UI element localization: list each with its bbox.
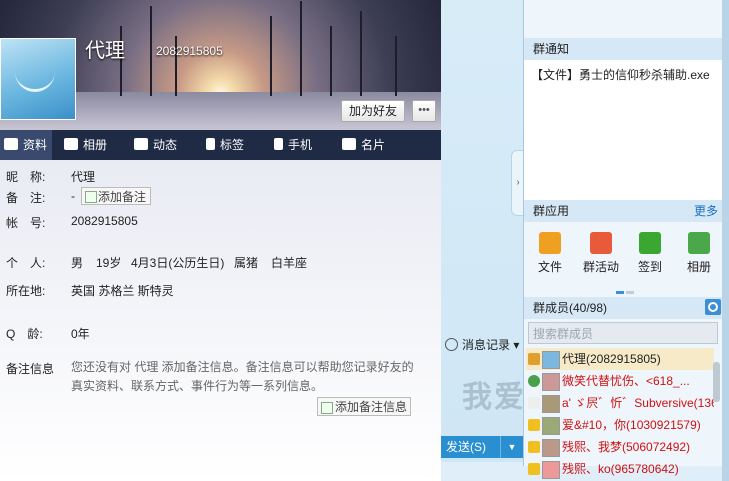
age-value: 19岁 xyxy=(96,256,122,270)
tab-album[interactable]: 相册 xyxy=(64,130,107,160)
note-value: - xyxy=(71,189,75,203)
tab-phone[interactable]: 手机 xyxy=(274,130,312,160)
member-avatar xyxy=(542,417,560,435)
send-label: 发送(S) xyxy=(446,440,486,454)
phone-icon xyxy=(274,138,283,150)
picture-icon xyxy=(688,232,710,254)
member-avatar xyxy=(542,351,560,369)
search-icon[interactable] xyxy=(705,299,721,315)
member-item[interactable]: 代理(2082915805) xyxy=(526,348,714,370)
app-events[interactable]: 群活动 xyxy=(578,232,624,275)
profile-card: 代理 2082915805 加为好友 ••• 资料 相册 动态 标签 手机 名片… xyxy=(0,0,441,481)
star-icon xyxy=(528,463,540,475)
id-card-icon xyxy=(4,138,18,150)
star-icon xyxy=(528,441,540,453)
personal-label: 个 人: xyxy=(6,256,46,270)
member-list-scrollbar[interactable] xyxy=(713,362,720,402)
member-avatar xyxy=(542,373,560,391)
checkbox-icon xyxy=(639,232,661,254)
apps-page-indicator xyxy=(616,283,636,294)
photo-icon xyxy=(64,138,78,150)
account-value: 2082915805 xyxy=(71,214,138,228)
member-item[interactable]: 爱&#10，你(1030921579) xyxy=(526,414,714,436)
send-options-dropdown[interactable]: ▼ xyxy=(500,436,523,458)
feed-icon xyxy=(134,138,148,150)
star-sign-value: 白羊座 xyxy=(271,256,308,270)
note-label: 备 注: xyxy=(6,191,46,205)
tab-info[interactable]: 资料 xyxy=(0,130,52,160)
profile-info-area xyxy=(0,160,441,481)
gender-value: 男 xyxy=(71,256,84,270)
card-icon xyxy=(342,138,356,150)
more-apps-link[interactable]: 更多 xyxy=(694,200,718,222)
clock-icon xyxy=(445,338,458,351)
star-icon xyxy=(528,419,540,431)
flag-icon xyxy=(590,232,612,254)
group-notice-body: 【文件】勇士的信仰秒杀辅助.exe xyxy=(524,60,722,200)
birthday-value: 4月3日(公历生日) xyxy=(131,256,225,270)
member-avatar xyxy=(542,439,560,457)
window-edge xyxy=(722,0,729,481)
group-members-header: 群成员(40/98) xyxy=(524,297,722,319)
app-files[interactable]: 文件 xyxy=(530,232,570,275)
member-item[interactable]: 微笑代替忧伤、<618_... xyxy=(526,370,714,392)
message-history-button[interactable]: 消息记录 ▾ xyxy=(445,336,519,353)
tab-feed[interactable]: 动态 xyxy=(134,130,177,160)
tab-tags[interactable]: 标签 xyxy=(206,130,244,160)
location-value: 英国 苏格兰 斯特灵 xyxy=(71,284,174,298)
member-search-input[interactable]: 搜索群成员 xyxy=(528,322,718,344)
member-item[interactable]: 残熙、ko(965780642) xyxy=(526,458,714,480)
group-apps: 文件 群活动 签到 相册 xyxy=(524,222,722,292)
member-list: 代理(2082915805) 微笑代替忧伤、<618_... a' ゞ屄゛忻゛S… xyxy=(526,348,714,480)
note-info-label: 备注信息 xyxy=(6,362,55,376)
app-checkin[interactable]: 签到 xyxy=(630,232,670,275)
owner-badge-icon xyxy=(528,353,540,365)
group-apps-title: 群应用 xyxy=(533,204,570,218)
profile-qq-number: 2082915805 xyxy=(156,44,223,58)
online-status-icon xyxy=(528,375,540,387)
member-item[interactable]: a' ゞ屄゛忻゛Subversive(136... xyxy=(526,392,714,414)
location-label: 所在地: xyxy=(6,284,46,298)
bookmark-icon xyxy=(206,138,215,150)
send-button[interactable]: 发送(S) ▼ xyxy=(441,436,523,458)
profile-nickname: 代理 xyxy=(85,40,125,62)
watermark-text: 我爱 xyxy=(462,381,526,414)
avatar[interactable] xyxy=(0,38,76,120)
member-avatar xyxy=(542,461,560,479)
group-apps-header: 群应用 更多 xyxy=(524,200,722,222)
member-badge-icon xyxy=(528,397,540,409)
add-friend-button[interactable]: 加为好友 xyxy=(341,100,405,122)
account-label: 帐 号: xyxy=(6,216,46,230)
folder-icon xyxy=(539,232,561,254)
member-item[interactable]: 残熙、我梦(506072492) xyxy=(526,436,714,458)
profile-tabbar: 资料 相册 动态 标签 手机 名片 xyxy=(0,130,441,160)
tab-card[interactable]: 名片 xyxy=(342,130,385,160)
app-album[interactable]: 相册 xyxy=(679,232,719,275)
group-panel: 群通知 【文件】勇士的信仰秒杀辅助.exe 群应用 更多 文件 群活动 签到 相… xyxy=(523,0,722,479)
zodiac-value: 属猪 xyxy=(234,256,259,270)
member-avatar xyxy=(542,395,560,413)
add-note-info-button[interactable]: 添加备注信息 xyxy=(317,397,411,416)
nick-value: 代理 xyxy=(71,170,96,184)
qage-value: 0年 xyxy=(71,327,90,341)
group-notice-header: 群通知 xyxy=(524,38,722,60)
nick-label: 昵 称: xyxy=(6,170,46,184)
note-info-description: 您还没有对 代理 添加备注信息。备注信息可以帮助您记录好友的真实资料、联系方式、… xyxy=(71,360,414,393)
group-notice-item[interactable]: 【文件】勇士的信仰秒杀辅助.exe xyxy=(531,66,710,83)
qage-label: Q 龄: xyxy=(6,327,43,341)
chat-bubble-icon[interactable]: ••• xyxy=(412,100,436,122)
add-note-button[interactable]: 添加备注 xyxy=(81,187,151,205)
